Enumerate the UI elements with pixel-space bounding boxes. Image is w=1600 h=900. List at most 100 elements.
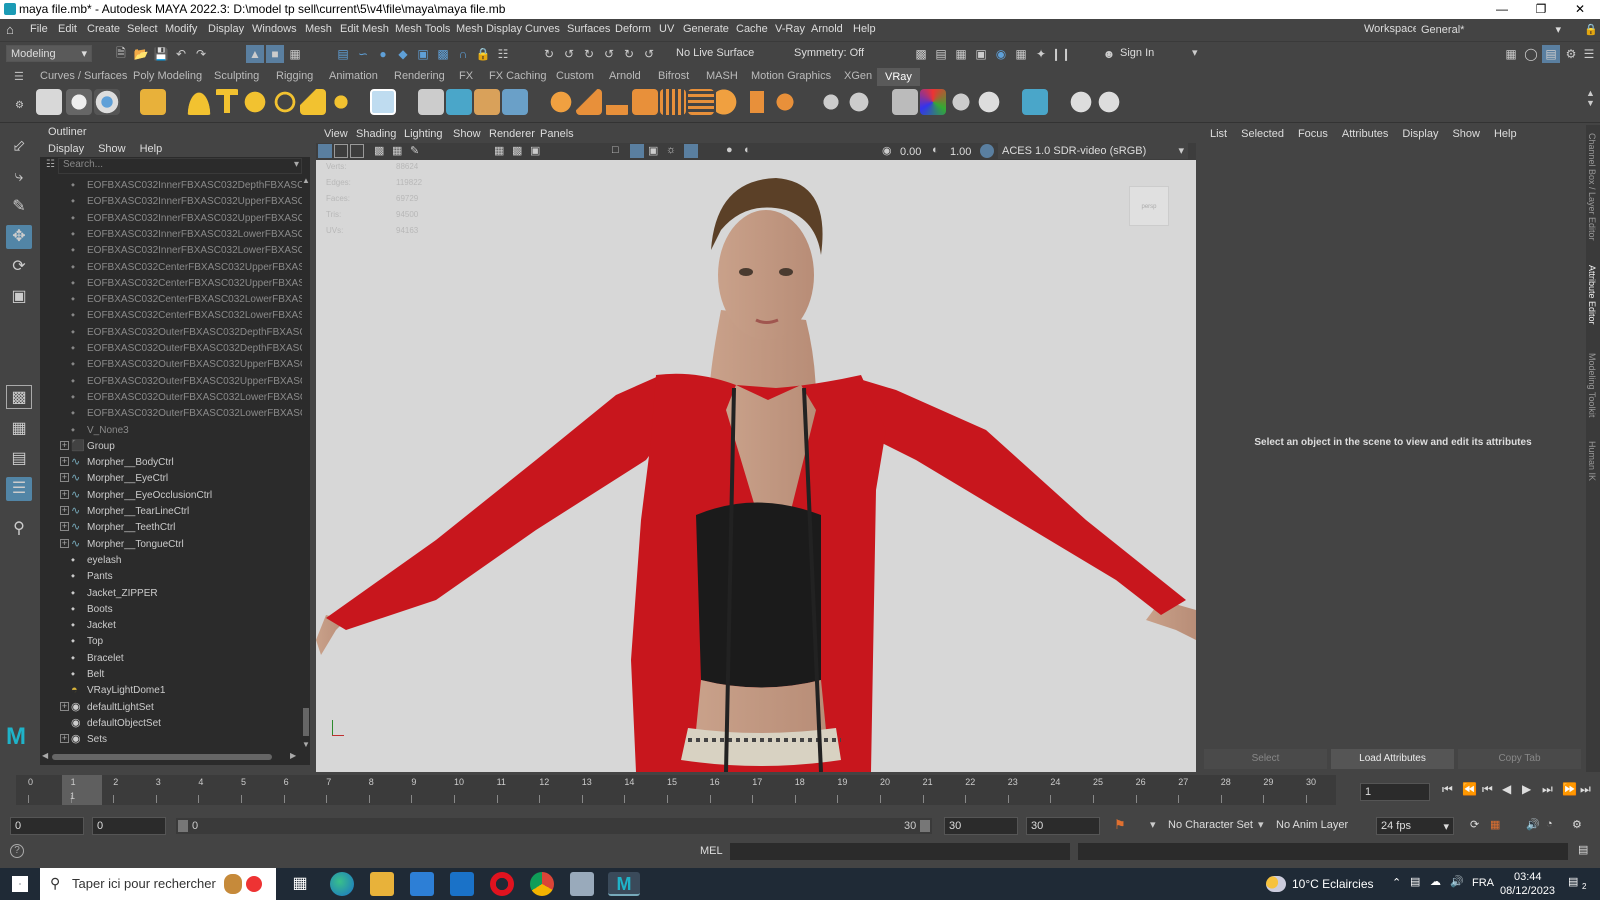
tab-xgen[interactable]: XGen (844, 70, 872, 82)
filter-icon[interactable]: ☷ (46, 159, 55, 170)
range-left-handle[interactable] (178, 820, 188, 832)
menu-uv[interactable]: UV (659, 23, 674, 35)
select-hierarchy-icon[interactable]: ▲ (246, 45, 264, 63)
time-slider[interactable]: 0 1 2 3 4 5 6 7 8 9 10 11 12 13 14 15 16 17 18 19 20 21 22 23 24… (0, 775, 1600, 805)
copy-tab-button[interactable]: Copy Tab (1458, 749, 1581, 769)
playback-start-field[interactable]: 0 (92, 817, 166, 835)
tab-fx[interactable]: FX (459, 70, 473, 82)
input-ops-icon[interactable]: ↻ (540, 45, 558, 63)
2d-pan-icon[interactable]: ▦ (392, 144, 402, 157)
scroll-right-icon[interactable]: ▶ (290, 751, 296, 760)
weather-text[interactable]: 10°C Eclaircies (1292, 877, 1374, 891)
vray-ies-light-icon[interactable] (300, 89, 326, 115)
hypershade-icon[interactable]: ◉ (992, 45, 1010, 63)
fps-dropdown[interactable]: 24 fps ▾ (1376, 817, 1454, 835)
tab-animation[interactable]: Animation (329, 70, 378, 82)
tab-sculpting[interactable]: Sculpting (214, 70, 259, 82)
anim-prefs-icon[interactable]: ⚙ (1572, 818, 1582, 831)
bookmark-icon[interactable] (350, 144, 364, 158)
outliner-row[interactable]: ⬩ EOFBXASC032OuterFBXASC032DepthFBXASC032… (40, 325, 302, 341)
outliner-row[interactable]: + ∿ Morpher__TeethCtrl (40, 520, 302, 536)
menu-mesh-display[interactable]: Mesh Display (456, 23, 522, 35)
lights-icon[interactable]: ☼ (666, 144, 676, 156)
vray-mtl-icon[interactable] (846, 89, 872, 115)
outliner-row[interactable]: ⬩ EOFBXASC032CenterFBXASC032LowerFBXASC03… (40, 292, 302, 308)
range-right-handle[interactable] (920, 820, 930, 832)
mel-label[interactable]: MEL (700, 845, 723, 857)
vray-plane-light-icon[interactable] (370, 89, 396, 115)
outliner-row[interactable]: + ∿ Morpher__EyeCtrl (40, 471, 302, 487)
menu-surfaces[interactable]: Surfaces (567, 23, 610, 35)
outliner-row[interactable]: ⬩ EOFBXASC032OuterFBXASC032LowerFBXASC032… (40, 390, 302, 406)
script-editor-icon[interactable]: ▤ (1578, 843, 1588, 856)
image-plane-icon[interactable]: ▩ (374, 144, 384, 157)
textured-icon[interactable]: ▣ (648, 144, 658, 157)
outliner-row[interactable]: ⬩ Boots (40, 602, 302, 618)
menu-cache[interactable]: Cache (736, 23, 768, 35)
chevron-down-icon[interactable]: ▾ (1150, 818, 1156, 831)
maya-taskbar-icon[interactable]: M (608, 872, 640, 896)
outliner-row[interactable]: ⬩ EOFBXASC032CenterFBXASC032UpperFBXASC03… (40, 260, 302, 276)
ae-menu-focus[interactable]: Focus (1298, 128, 1328, 140)
menu-mesh[interactable]: Mesh (305, 23, 332, 35)
close-button[interactable]: ✕ (1562, 0, 1598, 19)
side-tab-modeling-toolkit[interactable]: Modeling Toolkit (1587, 353, 1597, 417)
channel-box-icon[interactable]: ☰ (1580, 45, 1598, 63)
cache-icon[interactable]: ▦ (1490, 818, 1500, 831)
step-back-key-icon[interactable]: ⏪ (1462, 782, 1477, 796)
vray-ipr-icon[interactable] (94, 89, 120, 115)
hscroll-thumb[interactable] (52, 754, 272, 760)
wireframe-icon[interactable]: □ (612, 144, 619, 156)
vray-volume-icon[interactable] (688, 89, 714, 115)
shelf-scroll-icon[interactable]: ▲ ▼ (1586, 88, 1595, 108)
viewport-menu-show[interactable]: Show (453, 128, 481, 140)
viewport-menu-view[interactable]: View (324, 128, 348, 140)
ae-menu-show[interactable]: Show (1452, 128, 1480, 140)
chrome-icon[interactable] (530, 872, 554, 896)
menu-deform[interactable]: Deform (615, 23, 651, 35)
ipr-render-icon[interactable]: ▦ (952, 45, 970, 63)
play-backwards-icon[interactable]: ◀ (1502, 782, 1511, 796)
shelf-options-icon[interactable]: ⚙ (15, 100, 24, 111)
search-icon[interactable]: ⚲ (6, 517, 32, 541)
select-object-icon[interactable]: ■ (266, 45, 284, 63)
scroll-up-icon[interactable]: ▲ (302, 176, 310, 185)
vray-render-icon[interactable] (66, 89, 92, 115)
home-icon[interactable]: ⌂ (6, 22, 14, 37)
tab-rigging[interactable]: Rigging (276, 70, 313, 82)
expand-icon[interactable]: + (60, 506, 69, 515)
notification-icon[interactable]: ▤ (1568, 875, 1578, 888)
language-indicator[interactable]: FRA (1472, 877, 1494, 889)
outliner-vscrollbar[interactable]: ▲ ▼ (302, 176, 310, 750)
outliner-menu-show[interactable]: Show (98, 143, 126, 155)
vray-settings-icon[interactable] (36, 89, 62, 115)
go-to-start-icon[interactable]: ⏮ (1442, 782, 1453, 797)
tool-settings-icon[interactable]: ⚙ (1562, 45, 1580, 63)
range-bar[interactable]: 0 30 (176, 818, 932, 834)
four-view-icon[interactable]: ▦ (6, 417, 32, 441)
viewport-menu-lighting[interactable]: Lighting (404, 128, 443, 140)
tab-rendering[interactable]: Rendering (394, 70, 445, 82)
expand-icon[interactable]: + (60, 457, 69, 467)
outliner-row[interactable]: ⬩ eyelash (40, 553, 302, 569)
human-ik-icon[interactable]: ◯ (1522, 45, 1540, 63)
timeline-track[interactable]: 0 1 2 3 4 5 6 7 8 9 10 11 12 13 14 15 16 17 18 19 20 21 22 23 24… (16, 775, 1336, 805)
save-scene-icon[interactable]: 💾 (152, 45, 170, 63)
clock-time[interactable]: 03:44 (1514, 871, 1542, 883)
vray-light-mix-icon[interactable] (920, 89, 946, 115)
render-history-icon[interactable]: ↻ (620, 45, 638, 63)
outliner-row[interactable]: + ∿ Morpher__TearLineCtrl (40, 504, 302, 520)
outliner-row[interactable]: ⬩ EOFBXASC032InnerFBXASC032UpperFBXASC032… (40, 194, 302, 210)
tab-custom[interactable]: Custom (556, 70, 594, 82)
windows-start-icon[interactable] (12, 876, 28, 892)
viewport-menu-renderer[interactable]: Renderer (489, 128, 535, 140)
vray-dome-light-icon[interactable] (186, 89, 212, 115)
output-ops-icon[interactable]: ↺ (560, 45, 578, 63)
vray-logo-icon[interactable] (1096, 89, 1122, 115)
expand-icon[interactable]: + (60, 522, 69, 532)
ae-menu-help[interactable]: Help (1494, 128, 1517, 140)
outliner-row[interactable]: ◓ VRayLightDome1 (40, 683, 302, 699)
maximize-button[interactable]: ❐ (1523, 0, 1559, 19)
outliner-menu-display[interactable]: Display (48, 143, 84, 155)
outliner-search-input[interactable]: Search... (58, 158, 302, 174)
